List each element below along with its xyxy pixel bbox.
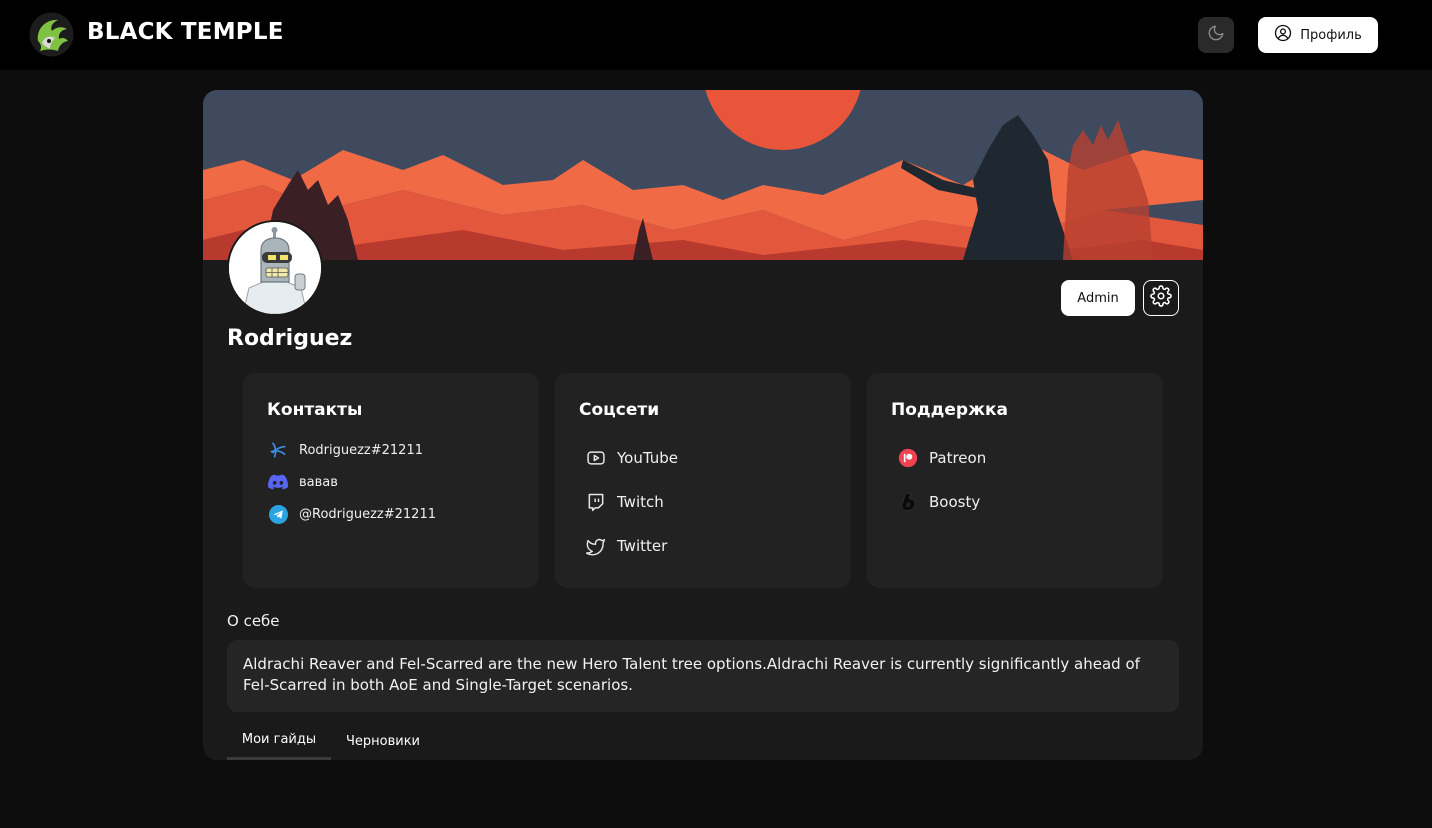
socials-panel: Соцсети YouTube Twitch Twitter <box>555 373 851 588</box>
support-title: Поддержка <box>891 400 1008 420</box>
support-link-label: Patreon <box>929 449 987 467</box>
about-text: Aldrachi Reaver and Fel-Scarred are the … <box>227 640 1179 712</box>
tab-drafts[interactable]: Черновики <box>339 722 427 760</box>
contact-value: вавав <box>299 474 338 490</box>
contact-telegram[interactable]: @Rodriguezz#21211 <box>267 503 436 525</box>
twitter-icon <box>585 535 607 557</box>
support-link-boosty[interactable]: Boosty <box>897 491 980 513</box>
black-temple-logo-icon[interactable] <box>28 11 75 58</box>
support-link-label: Boosty <box>929 493 981 511</box>
social-link-label: Twitch <box>617 493 664 511</box>
support-panel: Поддержка Patreon Boosty <box>867 373 1163 588</box>
social-link-label: YouTube <box>617 449 678 467</box>
patreon-icon <box>897 447 919 469</box>
tab-my-guides[interactable]: Мои гайды <box>227 722 331 760</box>
socials-title: Соцсети <box>579 400 660 420</box>
moon-icon <box>1207 24 1225 46</box>
social-link-label: Twitter <box>617 537 668 555</box>
profile-banner-image <box>203 90 1203 260</box>
admin-button[interactable]: Admin <box>1061 280 1135 316</box>
discord-icon <box>267 471 289 493</box>
social-link-youtube[interactable]: YouTube <box>585 447 678 469</box>
twitch-icon <box>585 491 607 513</box>
user-avatar[interactable] <box>227 220 323 316</box>
contact-value: @Rodriguezz#21211 <box>299 506 436 522</box>
social-link-twitch[interactable]: Twitch <box>585 491 664 513</box>
contacts-title: Контакты <box>267 400 363 420</box>
profile-button-label: Профиль <box>1300 27 1362 43</box>
social-link-twitter[interactable]: Twitter <box>585 535 667 557</box>
profile-card: Rodriguez Admin Контакты Rodriguezz#2121… <box>203 90 1203 760</box>
settings-button[interactable] <box>1143 280 1179 316</box>
about-title: О себе <box>227 612 280 630</box>
contact-battlenet[interactable]: Rodriguezz#21211 <box>267 439 423 461</box>
profile-button[interactable]: Профиль <box>1258 17 1378 53</box>
support-link-patreon[interactable]: Patreon <box>897 447 986 469</box>
battlenet-icon <box>267 439 289 461</box>
gear-icon <box>1150 285 1172 311</box>
telegram-icon <box>267 503 289 525</box>
profile-username: Rodriguez <box>227 326 353 351</box>
contact-discord[interactable]: вавав <box>267 471 338 493</box>
contact-value: Rodriguezz#21211 <box>299 442 423 458</box>
top-navigation-bar: BLACK TEMPLE Профиль <box>0 0 1432 70</box>
youtube-icon <box>585 447 607 469</box>
brand-name[interactable]: BLACK TEMPLE <box>87 19 284 45</box>
user-circle-icon <box>1274 24 1292 46</box>
theme-toggle-button[interactable] <box>1198 17 1234 53</box>
boosty-icon <box>897 491 919 513</box>
contacts-panel: Контакты Rodriguezz#21211 вавав @Rodrigu… <box>243 373 539 588</box>
